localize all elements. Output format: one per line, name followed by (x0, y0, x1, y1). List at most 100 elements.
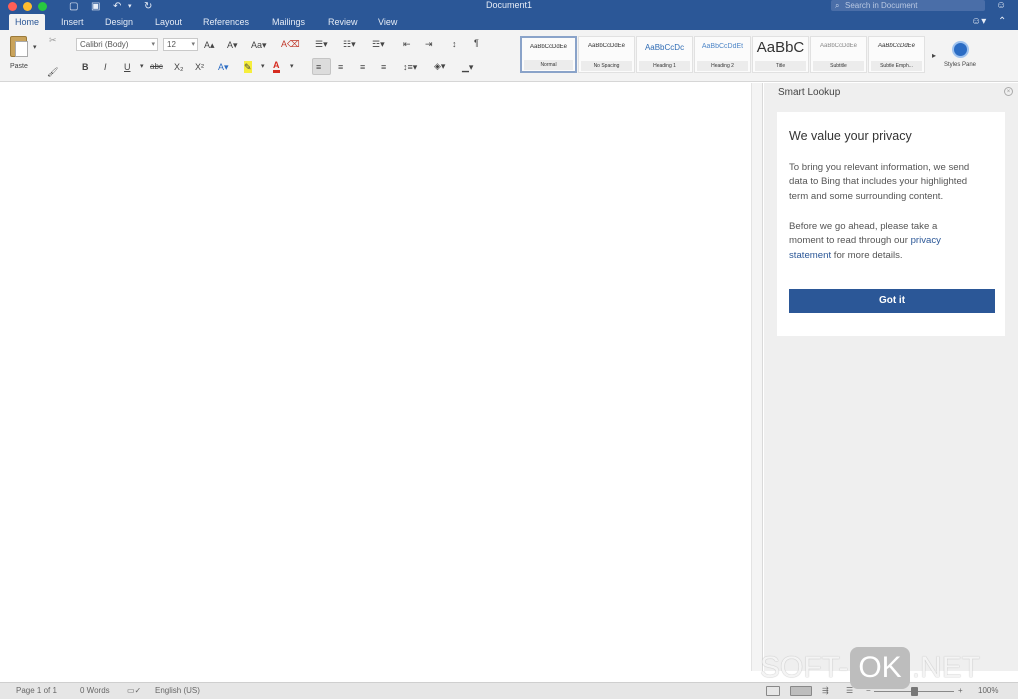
format-painter-icon[interactable]: 🖌 (47, 66, 58, 78)
page-count[interactable]: Page 1 of 1 (16, 683, 57, 699)
styles-gallery-more-icon[interactable]: ▸ (932, 50, 936, 62)
privacy-heading: We value your privacy (789, 129, 912, 143)
share-icon[interactable]: ☺ (996, 0, 1006, 12)
style-no-spacing[interactable]: AaBbCcDdEe No Spacing (578, 36, 635, 73)
style-label: Heading 1 (639, 61, 690, 71)
privacy-paragraph-line: term and some surrounding content. (789, 190, 944, 202)
tab-view[interactable]: View (378, 14, 397, 30)
underline-icon[interactable]: U (124, 61, 131, 73)
tab-insert[interactable]: Insert (61, 14, 84, 30)
style-preview: AaBbCcDdEt (701, 43, 744, 50)
got-it-button[interactable]: Got it (789, 289, 995, 313)
cut-icon[interactable]: ✂ (49, 34, 57, 46)
font-color-icon[interactable]: A (273, 60, 280, 73)
font-name-value: Calibri (Body) (80, 40, 129, 49)
italic-icon[interactable]: I (104, 61, 107, 73)
decrease-font-size-icon[interactable]: A▾ (227, 39, 238, 51)
privacy-paragraph-2: Before we go ahead, please take a moment… (789, 220, 999, 263)
style-label: Subtle Emph... (871, 61, 922, 71)
privacy-statement-link[interactable]: privacy (911, 235, 941, 246)
watermark-ok-badge: OK (850, 647, 910, 689)
styles-pane-label: Styles Pane (943, 62, 977, 68)
chevron-down-icon: ▾ (151, 41, 155, 48)
language-indicator[interactable]: English (US) (155, 683, 200, 699)
strikethrough-icon[interactable]: abc (150, 61, 163, 73)
chevron-down-icon: ▾ (191, 41, 195, 48)
increase-font-size-icon[interactable]: A▴ (204, 39, 215, 51)
close-icon[interactable]: × (1004, 87, 1013, 96)
show-formatting-marks-icon[interactable]: ¶ (474, 37, 479, 49)
search-in-document-input[interactable]: ⌕ Search in Document (831, 0, 985, 11)
bold-icon[interactable]: B (82, 61, 89, 73)
privacy-paragraph-text: for more details. (831, 249, 903, 261)
increase-indent-icon[interactable]: ⇥ (425, 38, 433, 50)
font-name-select[interactable]: Calibri (Body) ▾ (76, 38, 158, 51)
style-title[interactable]: AaBbC Title (752, 36, 809, 73)
superscript-icon[interactable]: X² (195, 61, 204, 73)
font-size-select[interactable]: 12 ▾ (163, 38, 198, 51)
pane-divider[interactable] (751, 83, 763, 671)
align-center-icon[interactable]: ≡ (338, 61, 343, 73)
style-subtitle[interactable]: AaBbCcDdEe Subtitle (810, 36, 867, 73)
bullets-icon[interactable]: ☰▾ (315, 38, 328, 50)
tab-design[interactable]: Design (105, 14, 133, 30)
highlight-color-icon[interactable]: ✎ (244, 61, 252, 73)
style-subtle-emphasis[interactable]: AaBbCcDdEe Subtle Emph... (868, 36, 925, 73)
document-canvas[interactable] (0, 83, 751, 671)
numbering-icon[interactable]: ☷▾ (343, 38, 356, 50)
style-label: Title (755, 61, 806, 71)
tab-layout[interactable]: Layout (155, 14, 182, 30)
borders-icon[interactable]: ▁▾ (462, 61, 473, 73)
tab-mailings[interactable]: Mailings (272, 14, 305, 30)
proofing-icon[interactable]: ▭✓ (127, 683, 141, 699)
privacy-paragraph-line: data to Bing that includes your highligh… (789, 176, 968, 188)
justify-icon[interactable]: ≡ (381, 61, 386, 73)
underline-dropdown-icon[interactable]: ▾ (140, 61, 144, 73)
style-label: Heading 2 (697, 61, 748, 71)
tab-review[interactable]: Review (328, 14, 358, 30)
change-case-icon[interactable]: Aa▾ (251, 39, 267, 51)
align-left-icon[interactable]: ≡ (316, 61, 321, 73)
align-left-selected-bg (312, 58, 331, 75)
line-spacing-icon[interactable]: ↕≡▾ (403, 61, 417, 73)
watermark-left: SOFT- (760, 651, 849, 684)
feedback-smiley-icon[interactable]: ☺▾ (971, 15, 986, 29)
style-heading-1[interactable]: AaBbCcDc Heading 1 (636, 36, 693, 73)
style-preview: AaBbCcDdEe (529, 44, 568, 50)
highlight-dropdown-icon[interactable]: ▾ (261, 61, 265, 73)
style-label: No Spacing (581, 61, 632, 71)
style-label: Normal (524, 60, 573, 70)
style-normal[interactable]: AaBbCcDdEe Normal (520, 36, 577, 73)
style-label: Subtitle (813, 61, 864, 71)
search-icon: ⌕ (835, 1, 840, 10)
font-color-dropdown-icon[interactable]: ▾ (290, 61, 294, 73)
privacy-card: We value your privacy To bring you relev… (777, 112, 1005, 336)
sort-icon[interactable]: ↕ (452, 38, 457, 50)
subscript-icon[interactable]: X₂ (174, 61, 184, 73)
paste-dropdown-icon[interactable]: ▾ (33, 42, 37, 54)
tab-home[interactable]: Home (9, 14, 46, 30)
privacy-statement-link-cont[interactable]: statement (789, 250, 831, 261)
smart-lookup-title: Smart Lookup (778, 87, 841, 98)
style-preview: AaBbCcDc (644, 43, 685, 52)
align-right-icon[interactable]: ≡ (360, 61, 365, 73)
paste-label: Paste (10, 63, 28, 70)
tab-references[interactable]: References (203, 14, 249, 30)
style-preview: AaBbC (756, 39, 805, 56)
text-effects-icon[interactable]: A▾ (218, 61, 229, 73)
paste-icon[interactable] (10, 36, 28, 57)
word-count[interactable]: 0 Words (80, 683, 110, 699)
smart-lookup-pane: Smart Lookup × We value your privacy To … (764, 83, 1018, 671)
style-heading-2[interactable]: AaBbCcDdEt Heading 2 (694, 36, 751, 73)
shading-icon[interactable]: ◈▾ (434, 60, 445, 72)
styles-pane-icon[interactable] (952, 41, 969, 58)
search-placeholder: Search in Document (845, 1, 918, 10)
decrease-indent-icon[interactable]: ⇤ (403, 38, 411, 50)
ribbon: ▾ Paste ✂ 🖌 Calibri (Body) ▾ 12 ▾ A▴ A▾ Aa… (0, 30, 1018, 82)
privacy-paragraph-1: To bring you relevant information, we se… (789, 161, 999, 204)
zoom-level[interactable]: 100% (978, 683, 998, 699)
font-size-value: 12 (167, 40, 176, 49)
clear-formatting-icon[interactable]: A⌫ (281, 38, 300, 50)
multilevel-list-icon[interactable]: ☲▾ (372, 38, 385, 50)
collapse-ribbon-icon[interactable]: ⌃ (998, 15, 1006, 29)
